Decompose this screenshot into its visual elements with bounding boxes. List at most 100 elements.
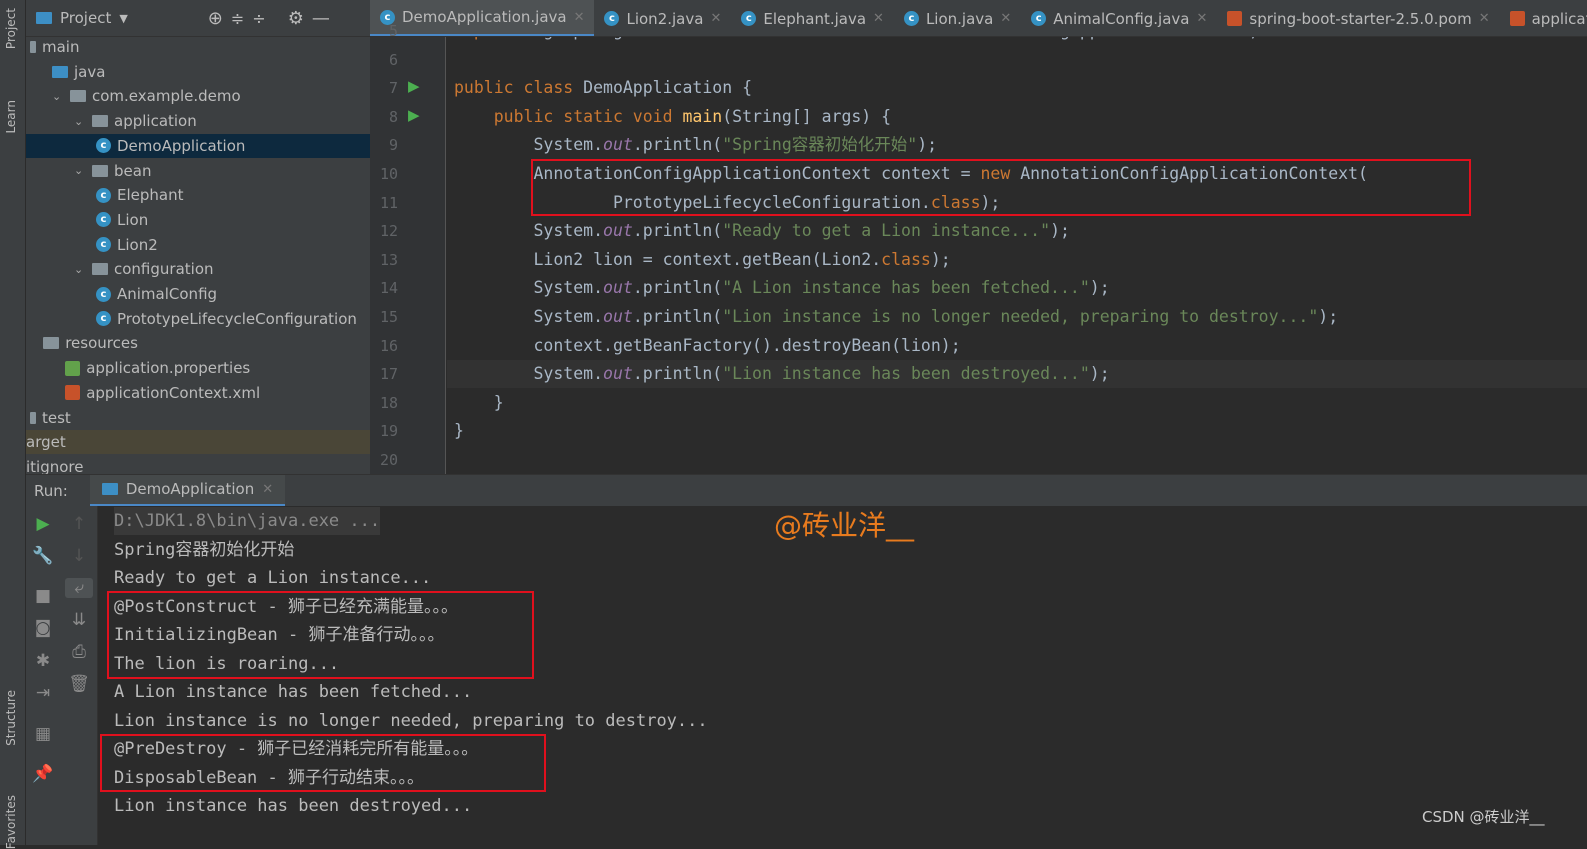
stop-icon[interactable]: ■ (31, 586, 55, 606)
collapse-all-icon[interactable]: ÷ (252, 9, 265, 28)
tree-item[interactable]: c DemoApplication (26, 133, 370, 158)
tree-item[interactable]: c Elephant (26, 183, 370, 207)
arrow-up-icon[interactable]: ↑ (67, 514, 91, 534)
editor-tab[interactable]: c DemoApplication.java ✕ (370, 0, 595, 36)
camera-icon[interactable]: ◙ (31, 618, 55, 638)
pin-icon[interactable]: 📌 (31, 764, 55, 784)
wrench-icon[interactable]: 🔧 (31, 546, 55, 566)
debug-icon[interactable]: ✱ (31, 651, 55, 671)
tree-item[interactable]: application.properties (26, 356, 370, 380)
code-token: .println( (632, 221, 723, 241)
highlight-box-context (531, 159, 1471, 216)
chevron-down-icon[interactable]: ⌄ (52, 90, 64, 103)
line-number: 8 (388, 107, 398, 126)
editor-tab[interactable]: c Lion.java ✕ (894, 0, 1021, 36)
run-gutter-icon[interactable]: ▶ (408, 106, 420, 124)
tree-item[interactable]: c AnimalConfig (26, 282, 370, 306)
tree-item[interactable]: ⌄ bean (26, 159, 370, 183)
code-token: (String[] args) { (722, 106, 892, 126)
editor-tab[interactable]: applicat (1500, 0, 1587, 36)
minimize-icon[interactable]: — (312, 8, 330, 29)
tree-item[interactable]: ⌄ application (26, 109, 370, 133)
tree-item[interactable]: itignore (26, 455, 370, 474)
print-icon[interactable]: ⎙ (67, 642, 91, 662)
close-icon[interactable]: ✕ (1000, 11, 1011, 26)
tree-item[interactable]: arget (26, 430, 370, 455)
class-icon: c (604, 11, 620, 26)
code-token: ); (1318, 307, 1339, 326)
expand-all-icon[interactable]: ≑ (231, 9, 244, 28)
scroll-to-end-icon[interactable]: ⇊ (67, 610, 91, 630)
rerun-icon[interactable]: ▶ (31, 514, 55, 534)
code-token: ); (1089, 278, 1110, 298)
close-icon[interactable]: ✕ (710, 11, 721, 26)
code-token: main (682, 106, 723, 126)
code-line: System.out.println("Spring容器初始化开始"); (454, 131, 937, 159)
code-line: System.out.println("Lion instance is no … (454, 303, 1338, 331)
class-icon: c (96, 286, 111, 302)
package-icon (92, 164, 108, 177)
chevron-down-icon[interactable]: ⌄ (74, 115, 86, 128)
close-icon[interactable]: ✕ (873, 11, 884, 26)
tree-item[interactable]: ⌄ com.example.demo (26, 84, 370, 108)
tree-item[interactable]: c Lion2 (26, 233, 370, 257)
favorites-tool-tab[interactable]: Favorites (4, 795, 18, 849)
project-tool-tab[interactable]: Project (4, 8, 18, 49)
tree-item-label: arget (26, 433, 66, 452)
chevron-down-icon[interactable]: ▼ (119, 12, 127, 25)
locate-icon[interactable]: ⊕ (208, 8, 223, 29)
soft-wrap-icon[interactable]: ⤶ (65, 578, 93, 598)
editor-tab[interactable]: c Elephant.java ✕ (731, 0, 894, 36)
run-gutter-icon[interactable]: ▶ (408, 77, 420, 95)
editor-tab[interactable]: c AnimalConfig.java ✕ (1021, 0, 1217, 36)
tree-item[interactable]: applicationContext.xml (26, 381, 370, 405)
chevron-down-icon[interactable]: ⌄ (74, 164, 86, 177)
learn-tool-tab[interactable]: Learn (4, 100, 18, 134)
chevron-down-icon[interactable]: ⌄ (74, 263, 86, 276)
package-icon (92, 263, 108, 276)
line-number: 7 (388, 79, 398, 98)
run-tab[interactable]: DemoApplication ✕ (89, 474, 286, 507)
console-line: Lion instance is no longer needed, prepa… (114, 710, 708, 731)
exit-icon[interactable]: ⇥ (31, 683, 55, 703)
code-token: out (603, 364, 633, 384)
close-icon[interactable]: ✕ (1196, 11, 1207, 26)
class-icon: c (96, 311, 111, 327)
layout-icon[interactable]: ▦ (31, 724, 55, 744)
code-token: System. (454, 221, 604, 241)
tab-label: Lion.java (925, 9, 994, 28)
arrow-down-icon[interactable]: ↓ (67, 546, 91, 566)
tree-item[interactable]: test (26, 406, 370, 430)
line-number: 13 (379, 250, 398, 269)
class-icon: c (96, 138, 111, 154)
project-tree: main java ⌄ com.example.demo ⌄ application c De… (26, 37, 370, 474)
tree-item[interactable]: c PrototypeLifecycleConfiguration (26, 307, 370, 331)
tree-item[interactable]: ⌄ configuration (26, 257, 370, 281)
console-line: Spring容器初始化开始 (114, 539, 295, 560)
trash-icon[interactable]: 🗑 (67, 674, 91, 694)
tree-item-label: bean (114, 161, 152, 180)
tree-item[interactable]: resources (26, 331, 370, 355)
code-line: Lion2 lion = context.getBean(Lion2.class… (454, 246, 950, 274)
close-icon[interactable]: ✕ (262, 482, 273, 497)
editor-tab[interactable]: spring-boot-starter-2.5.0.pom ✕ (1217, 0, 1499, 36)
class-icon: c (96, 237, 111, 253)
tree-item[interactable]: c Lion (26, 208, 370, 232)
structure-tool-tab[interactable]: Structure (4, 690, 18, 746)
tree-item[interactable]: main (26, 37, 370, 59)
run-toolbar: ▶ 🔧 ■ ◙ ✱ ⇥ ▦ 📌 (26, 506, 60, 845)
editor-tab[interactable]: c Lion2.java ✕ (594, 0, 731, 36)
gear-icon[interactable]: ⚙ (288, 8, 304, 29)
left-tool-strip: Project Learn Structure Favorites (0, 0, 26, 849)
close-icon[interactable]: ✕ (1479, 11, 1490, 26)
tree-item-label: PrototypeLifecycleConfiguration (117, 309, 357, 328)
line-number: 6 (388, 50, 398, 69)
tree-item-label: configuration (114, 260, 214, 279)
code-token: .println( (632, 307, 723, 326)
package-icon (70, 90, 86, 103)
code-editor[interactable]: import org.springframework.context.annot… (447, 37, 1587, 474)
tree-item[interactable]: java (26, 60, 370, 84)
folder-icon (30, 411, 36, 424)
close-icon[interactable]: ✕ (574, 10, 585, 25)
project-view-selector[interactable]: Project (60, 9, 111, 27)
